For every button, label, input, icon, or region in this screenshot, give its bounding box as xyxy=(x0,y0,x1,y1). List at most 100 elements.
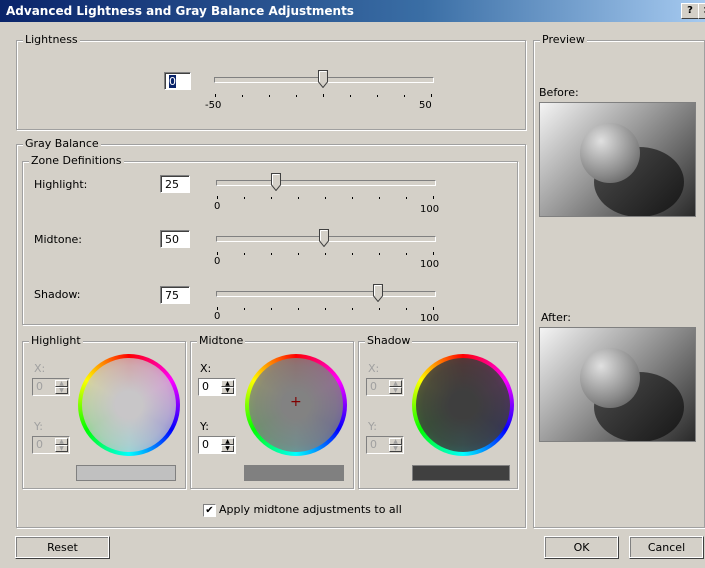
midtone-tick xyxy=(433,252,434,255)
shadow-slider-thumb[interactable] xyxy=(373,284,383,302)
midtone-slider-thumb[interactable] xyxy=(319,229,329,247)
highlight-tick xyxy=(298,197,299,199)
midtone-max-label: 100 xyxy=(420,259,440,270)
spin-up-icon: ▲ xyxy=(389,438,402,445)
highlight-panel-label: Highlight xyxy=(29,334,83,348)
spin-down-icon[interactable]: ▼ xyxy=(221,387,234,394)
highlight-y-label: Y: xyxy=(34,420,43,433)
shadow-min-label: 0 xyxy=(214,311,221,322)
shadow-zone-label: Shadow: xyxy=(34,288,81,301)
shadow-tick xyxy=(379,308,380,310)
window-title: Advanced Lightness and Gray Balance Adju… xyxy=(6,4,354,18)
shadow-slider-track[interactable] xyxy=(216,291,436,297)
shadow-tick xyxy=(406,308,407,310)
midtone-tick xyxy=(379,253,380,255)
highlight-tick xyxy=(244,197,245,199)
close-button[interactable]: × xyxy=(698,3,705,19)
highlight-slider-thumb[interactable] xyxy=(271,173,281,191)
before-preview-image xyxy=(539,102,696,217)
midtone-tick xyxy=(217,252,218,255)
highlight-x-stepper: 0 ▲ ▼ xyxy=(32,378,70,396)
before-label: Before: xyxy=(539,86,579,99)
shadow-tick xyxy=(298,308,299,310)
highlight-tick xyxy=(217,196,218,199)
after-label: After: xyxy=(541,311,571,324)
highlight-tick xyxy=(406,197,407,199)
lightness-tick xyxy=(269,95,270,97)
title-bar: Advanced Lightness and Gray Balance Adju… xyxy=(0,0,705,22)
midtone-zone-input[interactable]: 50 xyxy=(160,230,190,248)
spin-down-icon: ▼ xyxy=(389,387,402,394)
lightness-tick xyxy=(296,95,297,97)
midtone-x-stepper[interactable]: 0 ▲ ▼ xyxy=(198,378,236,396)
shadow-max-label: 100 xyxy=(420,313,440,324)
lightness-tick xyxy=(242,95,243,97)
highlight-max-label: 100 xyxy=(420,204,440,215)
apply-midtone-label: Apply midtone adjustments to all xyxy=(219,503,402,516)
midtone-tick xyxy=(352,253,353,255)
gray-balance-label: Gray Balance xyxy=(23,137,101,151)
spin-down-icon: ▼ xyxy=(55,445,68,452)
lightness-group: Lightness xyxy=(16,33,526,130)
midtone-zone-label: Midtone: xyxy=(34,233,83,246)
before-sphere xyxy=(580,123,640,183)
highlight-min-label: 0 xyxy=(214,201,221,212)
highlight-tick xyxy=(352,197,353,199)
after-preview-image xyxy=(539,327,696,442)
lightness-tick xyxy=(350,95,351,97)
midtone-y-label: Y: xyxy=(200,420,209,433)
shadow-y-stepper: 0 ▲ ▼ xyxy=(366,436,404,454)
shadow-tick xyxy=(271,308,272,310)
spin-down-icon: ▼ xyxy=(55,387,68,394)
lightness-tick xyxy=(404,95,405,97)
spin-up-icon: ▲ xyxy=(55,438,68,445)
spin-up-icon[interactable]: ▲ xyxy=(221,380,234,387)
lightness-slider-thumb[interactable] xyxy=(318,70,328,88)
highlight-x-label: X: xyxy=(34,362,46,375)
midtone-tick xyxy=(271,253,272,255)
midtone-x-label: X: xyxy=(200,362,212,375)
lightness-tick xyxy=(215,94,216,97)
cancel-button[interactable]: Cancel xyxy=(629,536,704,559)
zone-definitions-label: Zone Definitions xyxy=(29,154,124,168)
shadow-zone-input[interactable]: 75 xyxy=(160,286,190,304)
help-button[interactable]: ? xyxy=(681,3,699,19)
lightness-tick xyxy=(431,94,432,97)
highlight-zone-input[interactable]: 25 xyxy=(160,175,190,193)
shadow-tick xyxy=(352,308,353,310)
crosshair-icon: + xyxy=(290,394,302,410)
midtone-y-stepper[interactable]: 0 ▲ ▼ xyxy=(198,436,236,454)
shadow-tick xyxy=(244,308,245,310)
highlight-zone-label: Highlight: xyxy=(34,178,88,191)
shadow-color-wheel[interactable] xyxy=(412,354,514,456)
midtone-min-label: 0 xyxy=(214,256,221,267)
spin-down-icon: ▼ xyxy=(389,445,402,452)
preview-label: Preview xyxy=(540,33,587,47)
shadow-y-label: Y: xyxy=(368,420,377,433)
midtone-tick xyxy=(244,253,245,255)
midtone-swatch xyxy=(244,465,344,481)
lightness-tick xyxy=(323,94,324,97)
spin-down-icon[interactable]: ▼ xyxy=(221,445,234,452)
spin-up-icon: ▲ xyxy=(55,380,68,387)
highlight-tick xyxy=(379,197,380,199)
midtone-tick xyxy=(325,253,326,255)
apply-midtone-checkbox[interactable]: ✔ xyxy=(203,504,216,517)
lightness-min-label: -50 xyxy=(205,100,222,111)
highlight-slider-track[interactable] xyxy=(216,180,436,186)
midtone-tick xyxy=(406,253,407,255)
midtone-color-wheel[interactable]: + xyxy=(245,354,347,456)
highlight-color-wheel[interactable] xyxy=(78,354,180,456)
midtone-tick xyxy=(298,253,299,255)
spin-up-icon: ▲ xyxy=(389,380,402,387)
spin-up-icon[interactable]: ▲ xyxy=(221,438,234,445)
highlight-tick xyxy=(325,197,326,199)
midtone-panel-label: Midtone xyxy=(197,334,246,348)
lightness-max-label: 50 xyxy=(419,100,432,111)
ok-button[interactable]: OK xyxy=(544,536,619,559)
highlight-swatch xyxy=(76,465,176,481)
reset-button[interactable]: Reset xyxy=(15,536,110,559)
shadow-tick xyxy=(217,307,218,310)
lightness-input[interactable]: 0 xyxy=(164,72,191,90)
shadow-tick xyxy=(433,307,434,310)
